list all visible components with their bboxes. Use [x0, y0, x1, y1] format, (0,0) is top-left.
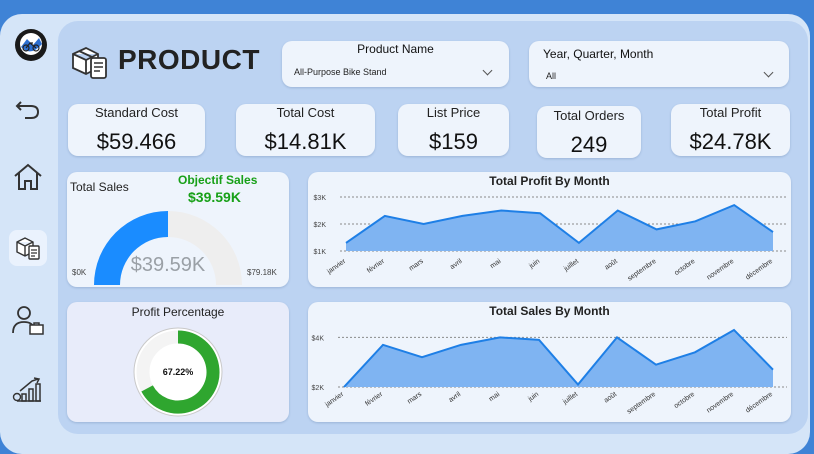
x-tick-label: avril — [449, 258, 464, 271]
x-tick-label: janvier — [325, 258, 347, 277]
x-tick-label: septembre — [627, 258, 658, 283]
kpi-value: 249 — [570, 132, 608, 157]
x-tick-label: février — [364, 391, 384, 408]
kpi-total-orders: Total Orders 249 — [537, 106, 641, 158]
y-tick-label: $2K — [314, 222, 327, 229]
x-tick-label: décembre — [745, 258, 775, 282]
customer-icon[interactable] — [11, 303, 45, 337]
x-tick-label: novembre — [706, 391, 736, 415]
x-tick-label: juin — [527, 258, 541, 271]
x-tick-label: octobre — [673, 258, 696, 277]
home-icon[interactable] — [12, 161, 44, 193]
x-tick-label: juillet — [561, 391, 579, 406]
donut-svg — [133, 327, 223, 417]
kpi-list-price: List Price $159 — [398, 104, 509, 156]
growth-chart-icon[interactable] — [12, 375, 44, 407]
x-tick-label: février — [366, 258, 386, 275]
kpi-label: List Price — [426, 105, 481, 120]
back-arrow-icon[interactable] — [13, 92, 43, 122]
x-tick-label: août — [604, 258, 619, 272]
area-fill — [344, 329, 773, 387]
chevron-down-icon[interactable] — [482, 65, 493, 76]
chevron-down-icon[interactable] — [763, 67, 774, 78]
kpi-value: $159 — [429, 129, 478, 154]
x-tick-label: mars — [408, 258, 425, 273]
gauge-min-label: $0K — [72, 268, 87, 277]
product-box-icon[interactable] — [9, 230, 47, 266]
sidebar — [0, 14, 56, 454]
kpi-value: $24.78K — [689, 129, 772, 154]
product-header-icon — [70, 42, 110, 82]
y-tick-label: $3K — [314, 195, 327, 202]
donut-value: 67.22% — [162, 367, 194, 377]
kpi-standard-cost: Standard Cost $59.466 — [68, 104, 205, 156]
x-tick-label: mars — [406, 391, 423, 406]
product-name-slicer[interactable]: Product Name All-Purpose Bike Stand — [282, 41, 509, 87]
profit-by-month-card: Total Profit By Month $1K $2K $3K janvier fé… — [308, 172, 791, 287]
kpi-total-cost: Total Cost $14.81K — [236, 104, 375, 156]
slicer-value: All-Purpose Bike Stand — [294, 67, 387, 77]
kpi-label: Total Profit — [699, 105, 762, 120]
kpi-total-profit: Total Profit $24.78K — [671, 104, 790, 156]
x-tick-label: mai — [489, 258, 503, 270]
x-tick-label: octobre — [673, 391, 696, 410]
gauge-max-label: $79.18K — [247, 268, 277, 277]
x-tick-label: janvier — [323, 391, 345, 410]
y-tick-label: $4K — [312, 335, 325, 342]
kpi-value: $14.81K — [264, 129, 347, 154]
x-tick-label: juillet — [562, 258, 580, 273]
sales-by-month-card: Total Sales By Month $2K $4K janvier févrie… — [308, 302, 791, 422]
profit-percentage-card: Profit Percentage 67.22% — [67, 302, 289, 422]
kpi-label: Total Orders — [553, 108, 625, 123]
sales-area-chart: $2K $4K janvier février mars avril mai juin juil… — [312, 328, 787, 416]
x-tick-label: novembre — [706, 258, 736, 282]
kpi-label: Total Cost — [276, 105, 335, 120]
x-tick-label: avril — [448, 391, 463, 404]
y-tick-label: $2K — [312, 385, 325, 392]
x-tick-label: juin — [526, 391, 540, 404]
kpi-value: $59.466 — [96, 129, 177, 154]
x-tick-label: août — [603, 391, 618, 405]
y-tick-label: $1K — [314, 249, 327, 256]
gauge-value: $39.59K — [130, 254, 206, 276]
page-title: PRODUCT — [118, 44, 260, 75]
bike-logo-icon[interactable] — [13, 27, 49, 63]
slicer-title: Product Name — [357, 42, 434, 56]
x-tick-label: septembre — [626, 391, 657, 416]
x-tick-label: décembre — [745, 391, 775, 415]
slicer-title: Year, Quarter, Month — [543, 47, 654, 61]
kpi-label: Standard Cost — [94, 105, 179, 120]
total-sales-gauge-card: Total Sales Objectif Sales $39.59K $39.5… — [67, 172, 289, 287]
x-tick-label: mai — [488, 391, 502, 403]
profit-area-chart: $1K $2K $3K janvier février mars avril mai juin j… — [314, 195, 787, 283]
slicer-value: All — [546, 71, 557, 81]
date-hierarchy-slicer[interactable]: Year, Quarter, Month All — [529, 41, 789, 87]
